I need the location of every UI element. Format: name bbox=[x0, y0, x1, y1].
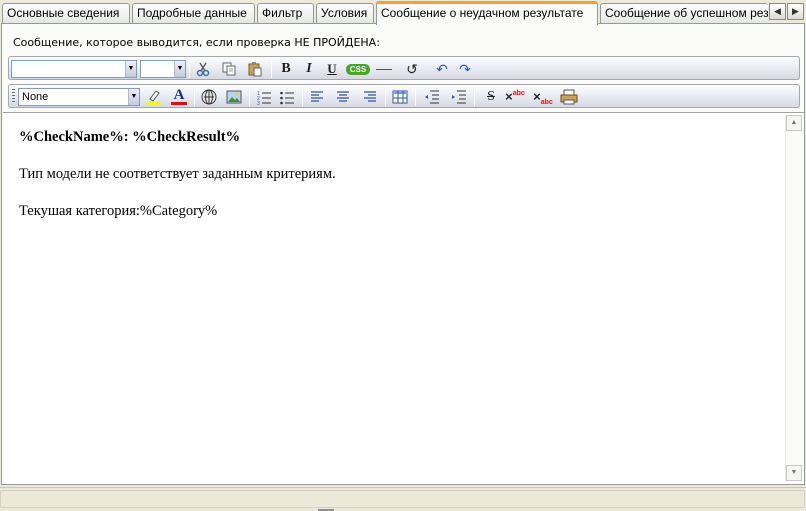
ordered-list-icon[interactable]: 123 bbox=[254, 88, 274, 107]
hyperlink-icon[interactable] bbox=[199, 88, 219, 106]
tab-failure-message[interactable]: Сообщение о неудачном результате bbox=[376, 1, 598, 25]
align-right-icon[interactable] bbox=[360, 88, 380, 106]
outdent-icon[interactable] bbox=[422, 88, 442, 106]
bold-button[interactable]: B bbox=[276, 60, 296, 78]
tab-success-message[interactable]: Сообщение об успешном рез bbox=[600, 3, 768, 24]
subscript-icon[interactable]: ×abc bbox=[533, 88, 553, 106]
prompt-label: Сообщение, которое выводится, если прове… bbox=[13, 36, 380, 49]
toolbar-separator bbox=[302, 88, 303, 106]
toolbar-separator bbox=[474, 88, 475, 106]
cut-icon[interactable] bbox=[193, 60, 213, 78]
font-size-select[interactable]: ▼ bbox=[140, 60, 186, 78]
scroll-down-icon[interactable]: ▼ bbox=[786, 465, 802, 481]
align-left-icon[interactable] bbox=[307, 88, 327, 106]
status-pane bbox=[0, 490, 805, 508]
tab-panel: Сообщение, которое выводится, если прове… bbox=[1, 23, 805, 485]
vertical-scrollbar[interactable]: ▲ ▼ bbox=[785, 115, 802, 481]
redo-icon[interactable]: ↷ bbox=[455, 60, 475, 78]
font-color-swatch bbox=[171, 102, 187, 105]
style-value: None bbox=[22, 91, 49, 103]
indent-icon[interactable] bbox=[449, 88, 469, 106]
refresh-icon[interactable]: ↺ bbox=[402, 60, 422, 78]
toolbar-separator bbox=[271, 60, 272, 78]
superscript-icon[interactable]: ×abc bbox=[505, 88, 525, 106]
tab-strip: Основные сведения Подробные данные Фильт… bbox=[0, 0, 806, 25]
chevron-down-icon[interactable]: ▼ bbox=[125, 61, 136, 77]
highlight-icon[interactable] bbox=[144, 88, 164, 106]
rich-text-editor[interactable]: %CheckName%: %CheckResult% Тип модели не… bbox=[3, 112, 804, 484]
font-color-letter: A bbox=[173, 87, 185, 103]
undo-icon[interactable]: ↶ bbox=[432, 60, 452, 78]
toolbar-separator bbox=[415, 88, 416, 106]
tab-general-info[interactable]: Основные сведения bbox=[2, 3, 130, 24]
toolbar-separator bbox=[189, 60, 190, 78]
editor-line-message: Тип модели не соответствует заданным кри… bbox=[19, 166, 336, 182]
copy-icon[interactable] bbox=[219, 60, 239, 78]
horizontal-rule-icon[interactable] bbox=[376, 69, 392, 70]
print-icon[interactable] bbox=[559, 88, 579, 106]
tab-scroll-buttons: ◀ ▶ bbox=[769, 3, 804, 20]
font-name-select[interactable]: ▼ bbox=[11, 60, 137, 78]
chevron-down-icon[interactable]: ▼ bbox=[174, 61, 185, 77]
unordered-list-icon[interactable] bbox=[277, 88, 297, 106]
tab-filter[interactable]: Фильтр bbox=[257, 3, 314, 24]
editor-content[interactable]: %CheckName%: %CheckResult% Тип модели не… bbox=[19, 129, 336, 240]
table-icon[interactable] bbox=[390, 88, 410, 106]
paragraph-toolbar: None ▼ A 123 S ×abc ×abc bbox=[8, 84, 800, 108]
toolbar-separator bbox=[194, 88, 195, 106]
toolbar-separator bbox=[249, 88, 250, 106]
style-select[interactable]: None ▼ bbox=[18, 88, 140, 106]
editor-line-heading: %CheckName%: %CheckResult% bbox=[19, 129, 241, 145]
italic-button[interactable]: I bbox=[299, 60, 319, 78]
formatting-toolbar: ▼ ▼ B I U CSS ↺ ↶ ↷ bbox=[8, 56, 800, 80]
font-color-icon[interactable]: A bbox=[169, 87, 189, 106]
scroll-up-icon[interactable]: ▲ bbox=[786, 115, 802, 131]
toolbar-grip[interactable] bbox=[12, 89, 15, 103]
underline-button[interactable]: U bbox=[322, 60, 342, 78]
paste-icon[interactable] bbox=[245, 60, 265, 78]
tab-detailed-data[interactable]: Подробные данные bbox=[132, 3, 255, 24]
strikethrough-icon[interactable]: S bbox=[481, 88, 501, 106]
tab-conditions[interactable]: Условия bbox=[316, 3, 374, 24]
arrow-right-icon[interactable]: ▶ bbox=[787, 3, 804, 20]
css-icon[interactable]: CSS bbox=[346, 64, 370, 75]
chevron-down-icon[interactable]: ▼ bbox=[128, 89, 139, 105]
editor-line-category: Текушая категория:%Category% bbox=[19, 203, 218, 219]
toolbar-separator bbox=[385, 88, 386, 106]
align-center-icon[interactable] bbox=[333, 88, 353, 106]
svg-text:3: 3 bbox=[257, 101, 260, 105]
image-icon[interactable] bbox=[224, 88, 244, 106]
arrow-left-icon[interactable]: ◀ bbox=[769, 3, 786, 20]
status-bar bbox=[0, 487, 806, 511]
